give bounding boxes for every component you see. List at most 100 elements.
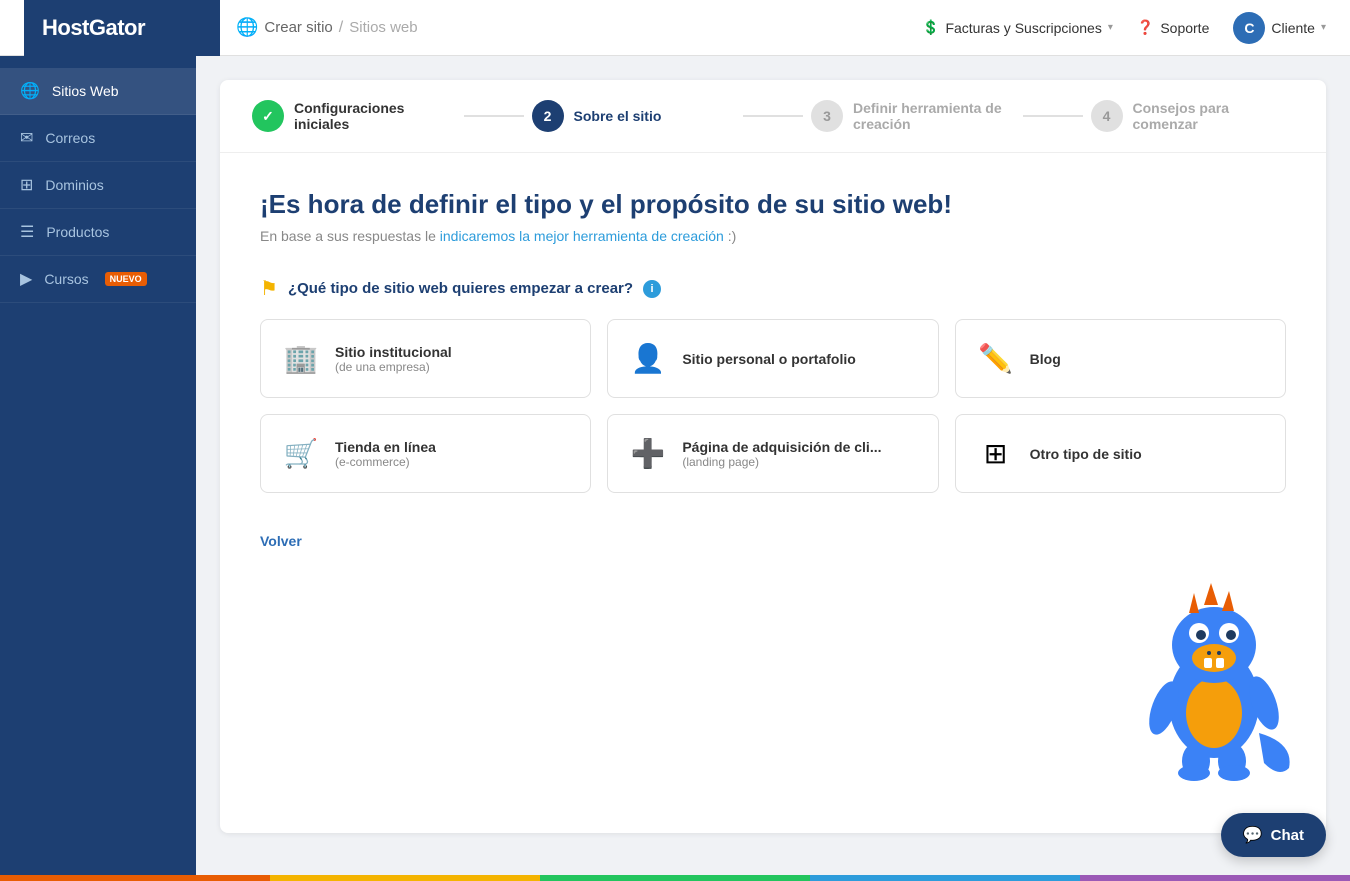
content-area: ¡Es hora de definir el tipo y el propósi… [220, 153, 1326, 833]
step-divider-3 [1023, 115, 1083, 117]
step-3: 3 Definir herramienta de creación [811, 100, 1015, 132]
step-1: ✓ Configuraciones iniciales [252, 100, 456, 132]
sidebar-item-cursos[interactable]: ▶ Cursos NUEVO [0, 256, 196, 303]
option-text: Sitio institucional (de una empresa) [335, 344, 452, 374]
page-title: ¡Es hora de definir el tipo y el propósi… [260, 189, 1286, 220]
person-icon: 👤 [628, 342, 668, 375]
step-divider-2 [743, 115, 803, 117]
step-2: 2 Sobre el sitio [532, 100, 736, 132]
sidebar-item-dominios[interactable]: ⊞ Dominios [0, 162, 196, 209]
option-title: Otro tipo de sitio [1030, 446, 1142, 462]
breadcrumb-separator: / [339, 19, 343, 37]
question-text: ¿Qué tipo de sitio web quieres empezar a… [288, 280, 633, 297]
play-icon: ▶ [20, 269, 32, 289]
step-circle-2: 2 [532, 100, 564, 132]
bar-segment-4 [810, 875, 1080, 881]
new-badge: NUEVO [105, 272, 147, 286]
option-text: Otro tipo de sitio [1030, 446, 1142, 462]
landing-icon: ➕ [628, 437, 668, 470]
domain-icon: ⊞ [20, 175, 33, 195]
option-sub: (de una empresa) [335, 360, 452, 374]
building-icon: 🏢 [281, 342, 321, 375]
option-otro[interactable]: ⊞ Otro tipo de sitio [955, 414, 1286, 493]
sidebar-item-label: Dominios [45, 177, 103, 193]
flag-icon: ⚑ [260, 276, 278, 301]
question-row: ⚑ ¿Qué tipo de sitio web quieres empezar… [260, 276, 1286, 301]
option-ecommerce[interactable]: 🛒 Tienda en línea (e-commerce) [260, 414, 591, 493]
step-circle-3: 3 [811, 100, 843, 132]
sidebar: 🌐 Sitios Web ✉ Correos ⊞ Dominios ☰ Prod… [0, 56, 196, 881]
option-title: Tienda en línea [335, 439, 436, 455]
option-title: Página de adquisición de cli... [682, 439, 881, 455]
breadcrumb-active: Sitios web [349, 19, 417, 36]
chat-button[interactable]: 💬 Chat [1221, 813, 1326, 857]
soporte-button[interactable]: ❓ Soporte [1137, 19, 1209, 36]
chevron-down-icon: ▾ [1108, 22, 1113, 33]
option-personal[interactable]: 👤 Sitio personal o portafolio [607, 319, 938, 398]
step-label-2: Sobre el sitio [574, 108, 662, 124]
option-sub: (landing page) [682, 455, 881, 469]
mascot [1134, 573, 1294, 773]
sidebar-item-productos[interactable]: ☰ Productos [0, 209, 196, 256]
bar-segment-3 [540, 875, 810, 881]
cliente-label: Cliente [1271, 20, 1315, 36]
breadcrumb: 🌐 Crear sitio / Sitios web [236, 17, 906, 38]
globe-icon: 🌐 [236, 17, 258, 38]
options-grid: 🏢 Sitio institucional (de una empresa) 👤… [260, 319, 1286, 493]
info-icon[interactable]: i [643, 280, 661, 298]
step-4: 4 Consejos para comenzar [1091, 100, 1295, 132]
products-icon: ☰ [20, 222, 34, 242]
option-title: Blog [1030, 351, 1061, 367]
header: HostGator 🌐 Crear sitio / Sitios web 💲 F… [0, 0, 1350, 56]
step-label-4: Consejos para comenzar [1133, 100, 1295, 132]
blog-icon: ✏️ [976, 342, 1016, 375]
soporte-label: Soporte [1160, 20, 1209, 36]
sidebar-item-correos[interactable]: ✉ Correos [0, 115, 196, 162]
other-icon: ⊞ [976, 437, 1016, 470]
option-text: Tienda en línea (e-commerce) [335, 439, 436, 469]
step-divider-1 [464, 115, 524, 117]
header-actions: 💲 Facturas y Suscripciones ▾ ❓ Soporte C… [922, 12, 1326, 44]
sidebar-item-label: Correos [45, 130, 95, 146]
volver-button[interactable]: Volver [260, 533, 302, 549]
breadcrumb-link[interactable]: Crear sitio [264, 19, 332, 36]
layout: 🌐 Sitios Web ✉ Correos ⊞ Dominios ☰ Prod… [0, 56, 1350, 881]
facturas-icon: 💲 [922, 19, 939, 36]
cliente-button[interactable]: C Cliente ▾ [1233, 12, 1326, 44]
soporte-icon: ❓ [1137, 19, 1154, 36]
logo: HostGator [24, 0, 220, 56]
globe-icon: 🌐 [20, 81, 40, 101]
sidebar-item-sitios-web[interactable]: 🌐 Sitios Web [0, 68, 196, 115]
step-label-1: Configuraciones iniciales [294, 100, 456, 132]
facturas-label: Facturas y Suscripciones [945, 20, 1101, 36]
option-landing[interactable]: ➕ Página de adquisición de cli... (landi… [607, 414, 938, 493]
option-text: Blog [1030, 351, 1061, 367]
option-title: Sitio institucional [335, 344, 452, 360]
cart-icon: 🛒 [281, 437, 321, 470]
avatar: C [1233, 12, 1265, 44]
option-title: Sitio personal o portafolio [682, 351, 855, 367]
option-text: Sitio personal o portafolio [682, 351, 855, 367]
option-sub: (e-commerce) [335, 455, 436, 469]
page-subtitle: En base a sus respuestas le indicaremos … [260, 228, 1286, 244]
bar-segment-5 [1080, 875, 1350, 881]
bar-segment-1 [0, 875, 270, 881]
step-circle-1: ✓ [252, 100, 284, 132]
sidebar-item-label: Cursos [44, 271, 88, 287]
sidebar-item-label: Sitios Web [52, 83, 119, 99]
option-institucional[interactable]: 🏢 Sitio institucional (de una empresa) [260, 319, 591, 398]
stepper: ✓ Configuraciones iniciales 2 Sobre el s… [220, 80, 1326, 153]
bottom-bar [0, 875, 1350, 881]
facturas-button[interactable]: 💲 Facturas y Suscripciones ▾ [922, 19, 1113, 36]
step-label-3: Definir herramienta de creación [853, 100, 1015, 132]
chat-icon: 💬 [1243, 825, 1263, 845]
chevron-down-icon: ▾ [1321, 22, 1326, 33]
logo-text: HostGator [42, 15, 145, 41]
mail-icon: ✉ [20, 128, 33, 148]
chat-label: Chat [1271, 827, 1304, 844]
step-circle-4: 4 [1091, 100, 1123, 132]
sidebar-item-label: Productos [46, 224, 109, 240]
option-text: Página de adquisición de cli... (landing… [682, 439, 881, 469]
main-content: ✓ Configuraciones iniciales 2 Sobre el s… [196, 56, 1350, 881]
option-blog[interactable]: ✏️ Blog [955, 319, 1286, 398]
